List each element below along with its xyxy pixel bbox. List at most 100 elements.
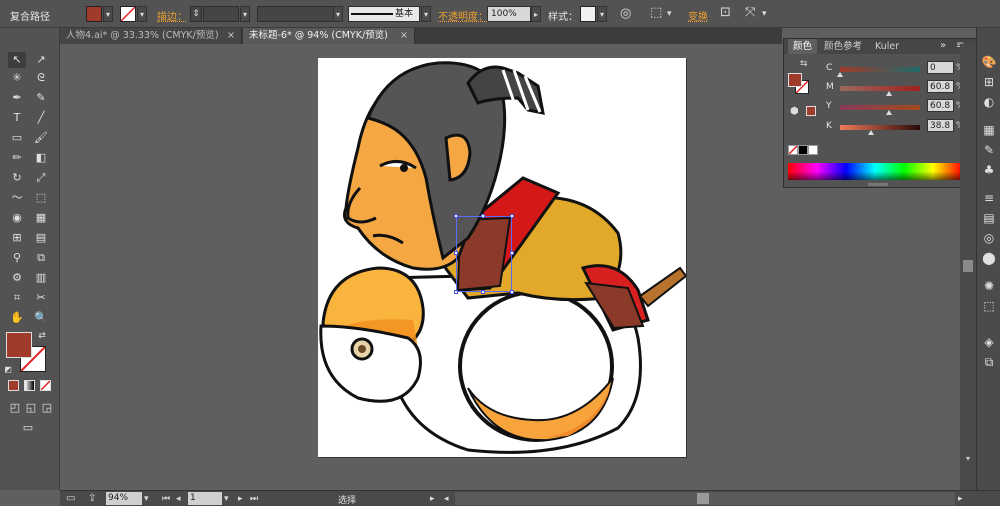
resize-handle[interactable]: [454, 251, 458, 255]
type-tool-icon[interactable]: T: [8, 110, 26, 126]
tab-kuler[interactable]: Kuler: [870, 39, 904, 54]
opacity-arrow-icon[interactable]: ▸: [531, 6, 541, 22]
rectangle-tool-icon[interactable]: ▭: [8, 130, 26, 146]
scroll-left-icon[interactable]: ◂: [444, 492, 449, 506]
artboards-panel-icon[interactable]: ⧉: [981, 354, 997, 370]
variable-width-profile[interactable]: [257, 6, 343, 22]
scroll-down-icon[interactable]: ▾: [963, 454, 973, 464]
zoom-input[interactable]: 94%: [106, 492, 142, 505]
m-value-input[interactable]: 60.8: [927, 80, 954, 93]
share-icon[interactable]: ⇪: [88, 492, 96, 506]
tab-color[interactable]: 颜色: [788, 39, 818, 54]
column-graph-tool-icon[interactable]: ▥: [32, 270, 50, 286]
status-menu-icon[interactable]: ▸: [430, 492, 435, 506]
status-icon[interactable]: ▭: [66, 492, 75, 506]
artboard-tool-icon[interactable]: ⌗: [8, 290, 26, 306]
m-slider-track[interactable]: [840, 86, 920, 91]
eraser-tool-icon[interactable]: ◧: [32, 150, 50, 166]
artboard[interactable]: [318, 58, 688, 457]
black-color-chip[interactable]: [798, 145, 808, 155]
c-value-input[interactable]: 0: [927, 61, 954, 74]
appearance-icon[interactable]: ◐: [981, 94, 997, 110]
eyedropper-tool-icon[interactable]: ⚲: [8, 250, 26, 266]
control-menu-icon[interactable]: ▾: [762, 7, 767, 21]
stroke-panel-icon[interactable]: ≡: [981, 190, 997, 206]
layers-icon[interactable]: ◈: [981, 334, 997, 350]
graphic-style-swatch[interactable]: [580, 6, 596, 22]
brush-dropdown-icon[interactable]: ▾: [421, 6, 431, 22]
lasso-tool-icon[interactable]: ᘓ: [32, 70, 50, 86]
previous-artboard-icon[interactable]: ◂: [176, 492, 181, 506]
mesh-tool-icon[interactable]: ⊞: [8, 230, 26, 246]
magic-wand-tool-icon[interactable]: ✳: [8, 70, 26, 86]
graphic-styles-icon[interactable]: ⬤: [981, 250, 997, 266]
close-icon[interactable]: ×: [227, 28, 235, 44]
resize-handle[interactable]: [510, 214, 514, 218]
panel-fill-box[interactable]: [788, 73, 802, 87]
stroke-swatch[interactable]: [120, 6, 136, 22]
paintbrush-tool-icon[interactable]: 🖌: [32, 130, 50, 146]
panel-resize-grip[interactable]: [868, 183, 888, 186]
transparency-icon[interactable]: ◎: [981, 230, 997, 246]
fill-color-box[interactable]: [6, 332, 32, 358]
curvature-tool-icon[interactable]: ✎: [32, 90, 50, 106]
resize-handle[interactable]: [481, 290, 485, 294]
y-value-input[interactable]: 60.8: [927, 99, 954, 112]
vertical-scrollbar[interactable]: ▾: [960, 44, 976, 490]
zoom-dropdown-icon[interactable]: ▾: [144, 492, 149, 506]
close-icon[interactable]: ×: [400, 28, 408, 44]
resize-handle[interactable]: [454, 214, 458, 218]
symbol-sprayer-tool-icon[interactable]: ⚙: [8, 270, 26, 286]
scale-tool-icon[interactable]: ⤢: [32, 170, 50, 186]
horizontal-scrollbar[interactable]: [455, 492, 955, 505]
stroke-weight-stepper[interactable]: ⇕: [190, 6, 202, 22]
artboard-dropdown-icon[interactable]: ▾: [224, 492, 229, 506]
gamut-color-chip[interactable]: [806, 106, 816, 116]
blend-tool-icon[interactable]: ⧉: [32, 250, 50, 266]
zoom-tool-icon[interactable]: 🔍: [32, 310, 50, 326]
next-artboard-icon[interactable]: ▸: [238, 492, 243, 506]
c-slider-thumb[interactable]: [837, 72, 843, 77]
stroke-dropdown-icon[interactable]: ▾: [137, 6, 147, 22]
align-icon[interactable]: ⬚: [650, 6, 662, 20]
fill-swatch[interactable]: [86, 6, 102, 22]
color-guide-icon[interactable]: ⊞: [981, 74, 997, 90]
k-slider-track[interactable]: [840, 125, 920, 130]
draw-inside-icon[interactable]: ◲: [38, 400, 56, 416]
color-mode-icon[interactable]: [8, 380, 19, 391]
color-spectrum[interactable]: [788, 163, 962, 180]
transform-panel-icon[interactable]: ⬚: [981, 298, 997, 314]
envelope-icon[interactable]: ⤧: [745, 6, 755, 20]
shape-builder-tool-icon[interactable]: ◉: [8, 210, 26, 226]
none-color-chip[interactable]: [788, 145, 798, 155]
brush-definition[interactable]: 基本: [348, 6, 420, 22]
default-colors-icon[interactable]: ◩: [2, 362, 14, 378]
first-artboard-icon[interactable]: ⏮: [162, 492, 170, 506]
symbols-icon[interactable]: ♣: [981, 162, 997, 178]
swatches-icon[interactable]: ▦: [981, 122, 997, 138]
vertical-scroll-thumb[interactable]: [963, 260, 973, 272]
transform-label[interactable]: 变换: [688, 8, 708, 23]
resize-handle[interactable]: [510, 251, 514, 255]
tab-color-guide[interactable]: 颜色参考: [819, 39, 867, 54]
warp-tool-icon[interactable]: 〜: [8, 190, 26, 206]
tab-document-1[interactable]: 人物4.ai* @ 33.33% (CMYK/预览) ×: [60, 28, 242, 44]
opacity-label[interactable]: 不透明度：: [438, 8, 488, 23]
y-slider-thumb[interactable]: [885, 110, 892, 115]
direct-selection-tool-icon[interactable]: ↗: [32, 52, 50, 68]
panel-swap-icon[interactable]: ⇆: [800, 57, 808, 71]
line-tool-icon[interactable]: ╱: [32, 110, 50, 126]
artboard-number-input[interactable]: 1: [188, 492, 222, 505]
color-panel-icon[interactable]: 🎨: [981, 54, 997, 70]
align-panel-icon[interactable]: ✺: [981, 278, 997, 294]
pen-tool-icon[interactable]: ✒: [8, 90, 26, 106]
selection-tool-icon[interactable]: ↖: [8, 52, 26, 68]
last-artboard-icon[interactable]: ⏭: [250, 492, 258, 506]
m-slider-thumb[interactable]: [885, 91, 892, 96]
gradient-tool-icon[interactable]: ▤: [32, 230, 50, 246]
tab-document-2[interactable]: 未标题-6* @ 94% (CMYK/预览) ×: [243, 28, 415, 44]
stroke-weight-input[interactable]: [203, 6, 239, 22]
swap-colors-icon[interactable]: ⇄: [36, 328, 48, 344]
align-dropdown-icon[interactable]: ▾: [667, 7, 672, 21]
scroll-right-icon[interactable]: ▸: [958, 492, 963, 506]
